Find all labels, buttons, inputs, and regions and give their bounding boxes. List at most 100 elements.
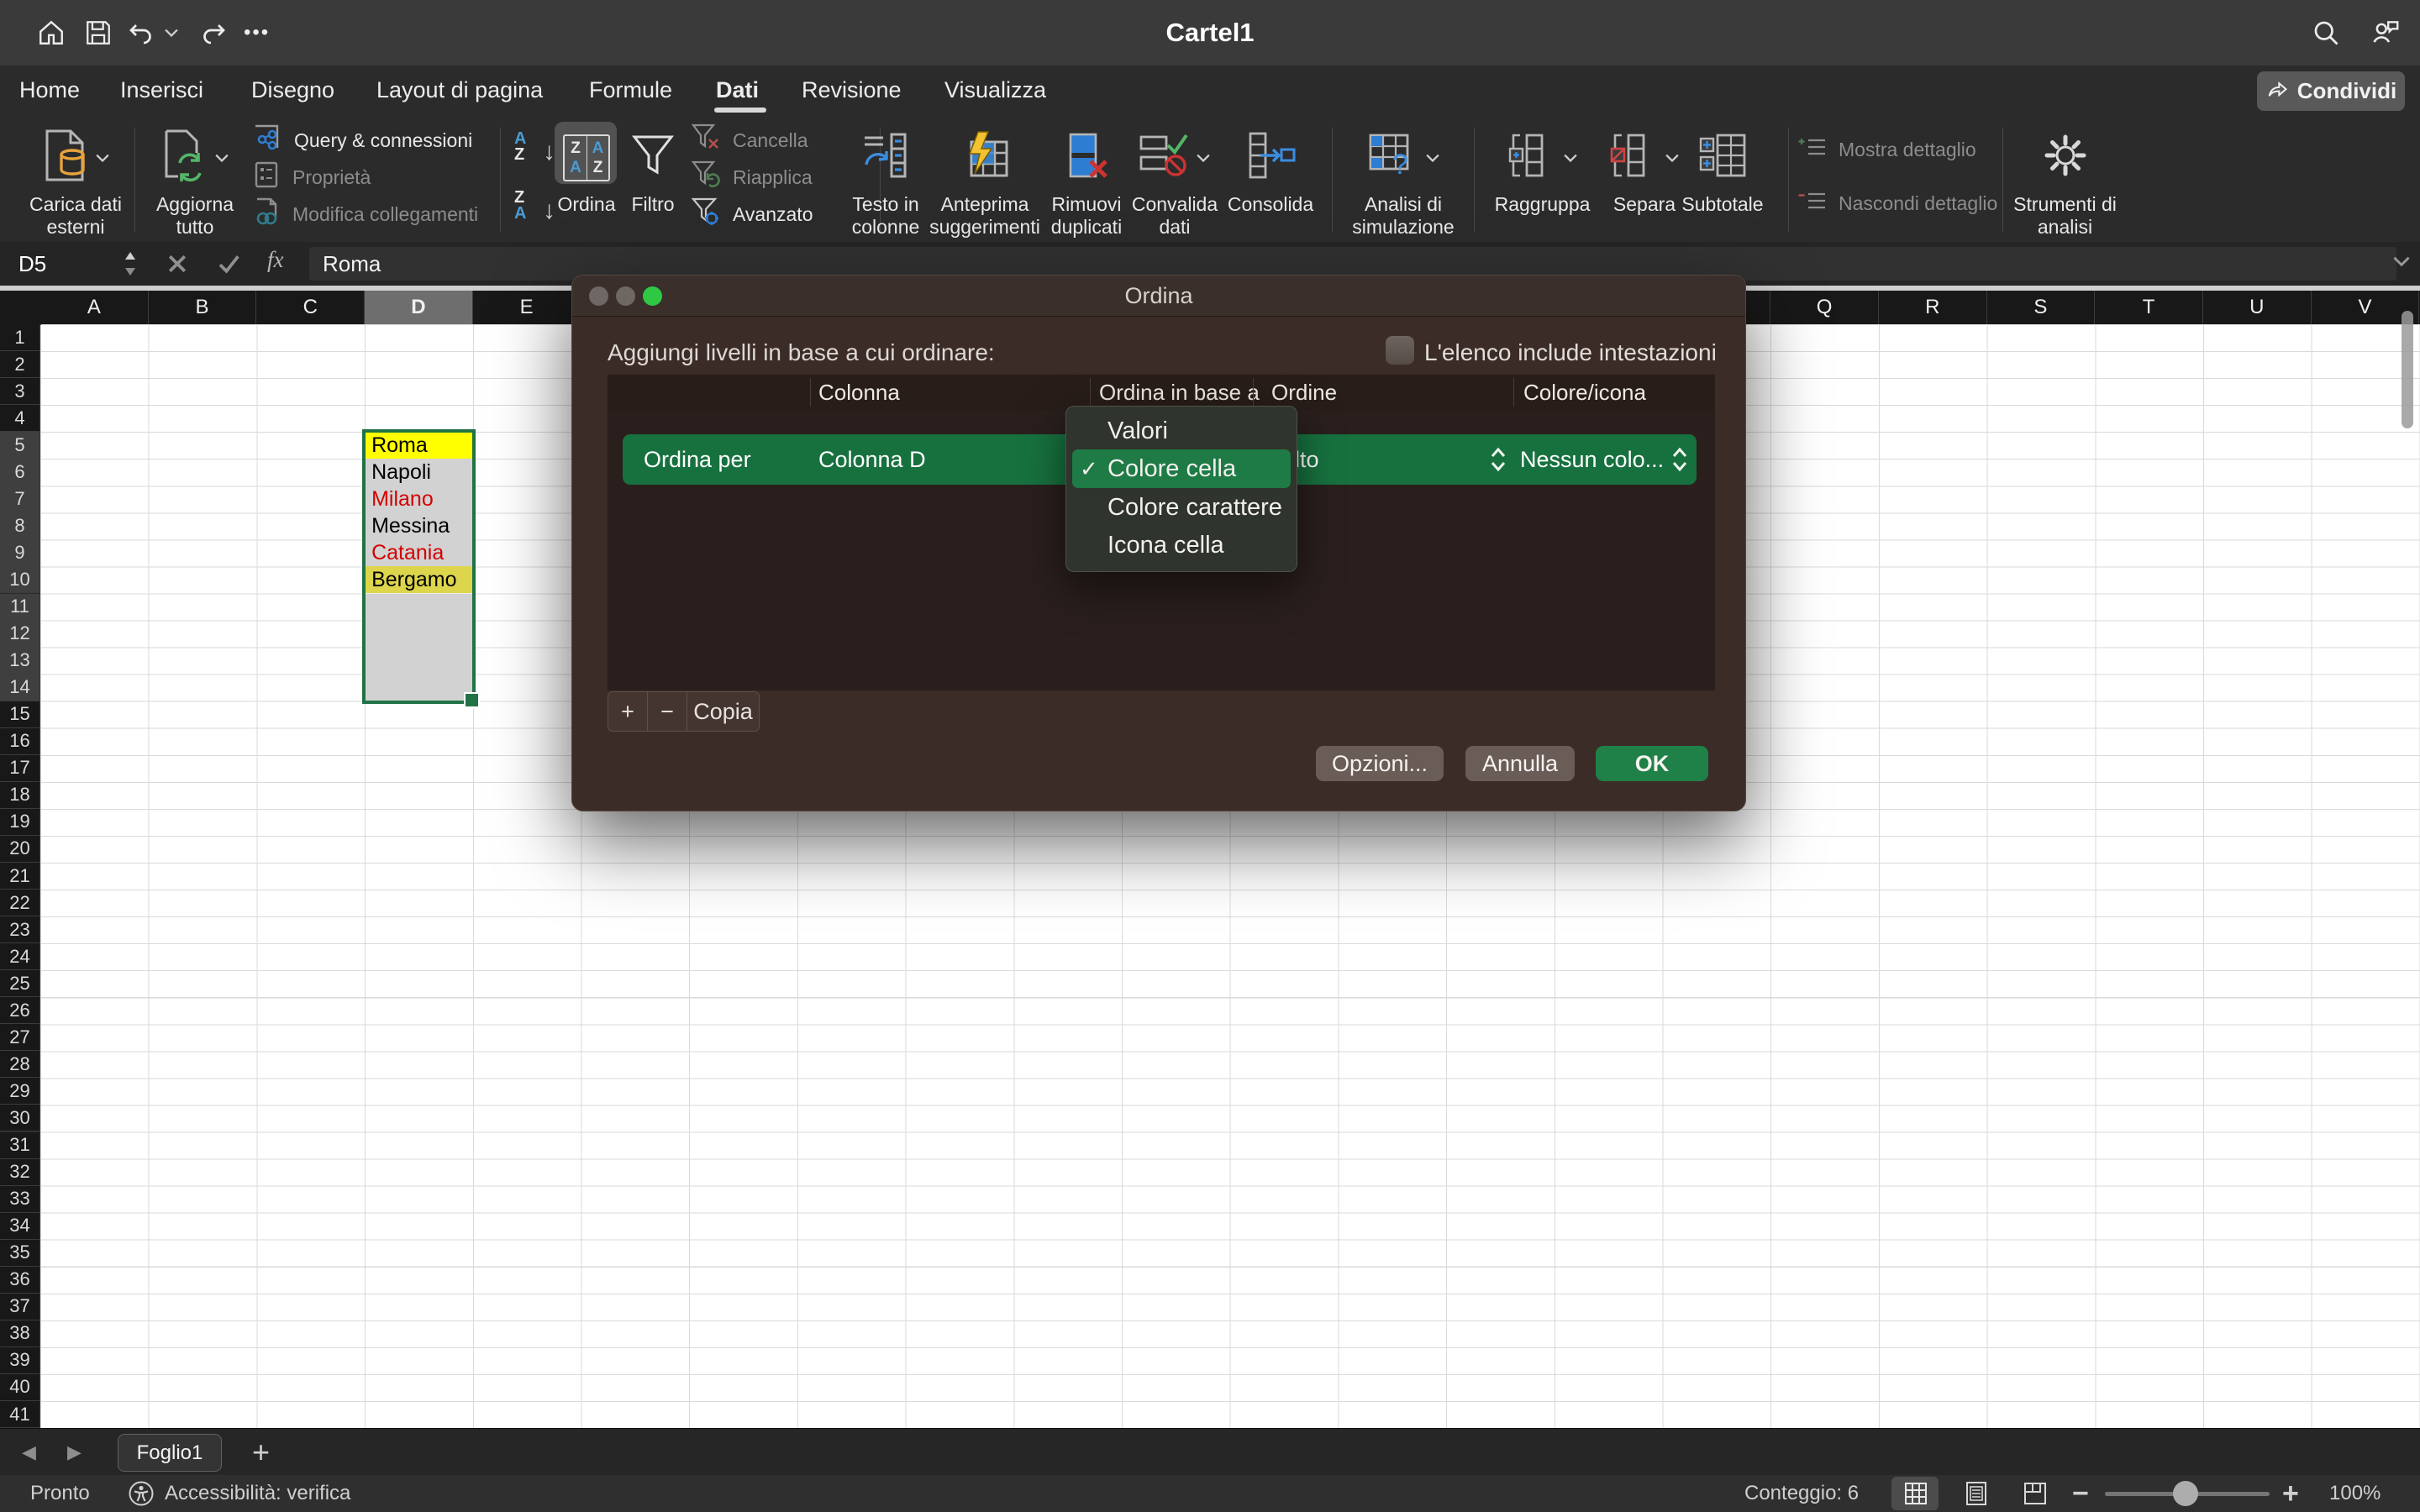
- tab-revisione[interactable]: Revisione: [802, 66, 902, 114]
- add-level-button[interactable]: +: [608, 692, 647, 731]
- column-header[interactable]: Q: [1770, 291, 1879, 324]
- column-header[interactable]: A: [40, 291, 149, 324]
- row-header[interactable]: 36: [0, 1267, 40, 1294]
- row-header[interactable]: 7: [0, 486, 40, 512]
- grid-cell[interactable]: [365, 648, 473, 675]
- row-header[interactable]: 3: [0, 378, 40, 405]
- sheet-tab-foglio1[interactable]: Foglio1: [118, 1434, 222, 1472]
- order-stepper-icon[interactable]: [1488, 446, 1508, 479]
- row-header[interactable]: 39: [0, 1347, 40, 1374]
- page-break-view-icon[interactable]: [2022, 1475, 2049, 1512]
- row-header[interactable]: 24: [0, 943, 40, 970]
- tab-inserisci[interactable]: Inserisci: [120, 66, 203, 114]
- row-header[interactable]: 14: [0, 675, 40, 701]
- row-header[interactable]: 38: [0, 1320, 40, 1347]
- advanced-filter-button[interactable]: Avanzato: [691, 197, 813, 231]
- cancel-entry-icon[interactable]: [165, 251, 190, 281]
- accessibility-icon[interactable]: [128, 1475, 155, 1512]
- row-header[interactable]: 27: [0, 1024, 40, 1051]
- row-header[interactable]: 11: [0, 594, 40, 621]
- accessibility-status[interactable]: Accessibilità: verifica: [165, 1475, 350, 1512]
- column-header[interactable]: U: [2203, 291, 2312, 324]
- zoom-slider-thumb[interactable]: [2173, 1481, 2198, 1506]
- row-header[interactable]: 30: [0, 1105, 40, 1131]
- grid-cell[interactable]: Roma: [365, 432, 473, 459]
- row-header[interactable]: 1: [0, 324, 40, 351]
- row-header[interactable]: 16: [0, 728, 40, 755]
- cancel-button[interactable]: Annulla: [1465, 746, 1575, 781]
- zoom-out-icon[interactable]: −: [2072, 1475, 2089, 1512]
- color-stepper-icon[interactable]: [1670, 446, 1690, 479]
- data-validation-button[interactable]: Convalida dati: [1128, 123, 1222, 239]
- remove-duplicates-button[interactable]: Rimuovi duplicati: [1036, 123, 1137, 239]
- row-header[interactable]: 40: [0, 1374, 40, 1401]
- menu-item-colore-cella[interactable]: ✓ Colore cella: [1066, 450, 1297, 488]
- page-layout-view-icon[interactable]: [1963, 1475, 1990, 1512]
- formula-bar-collapse-icon[interactable]: [2393, 255, 2410, 270]
- remove-level-button[interactable]: −: [647, 692, 687, 731]
- ok-button[interactable]: OK: [1596, 746, 1708, 781]
- grid-cell[interactable]: [365, 621, 473, 648]
- row-header[interactable]: 8: [0, 512, 40, 539]
- column-header[interactable]: T: [2095, 291, 2203, 324]
- flash-fill-button[interactable]: Anteprima suggerimenti: [922, 123, 1048, 239]
- sort-order-value[interactable]: lto: [1295, 434, 1319, 485]
- header-row-checkbox[interactable]: [1386, 336, 1414, 365]
- group-button[interactable]: Raggruppa: [1486, 123, 1599, 216]
- row-header[interactable]: 22: [0, 890, 40, 916]
- tab-disegno[interactable]: Disegno: [251, 66, 334, 114]
- confirm-entry-icon[interactable]: [215, 251, 242, 281]
- row-header[interactable]: 32: [0, 1159, 40, 1186]
- options-button[interactable]: Opzioni...: [1316, 746, 1444, 781]
- tab-visualizza[interactable]: Visualizza: [944, 66, 1046, 114]
- analysis-tools-button[interactable]: Strumenti di analisi: [2012, 123, 2118, 239]
- prev-sheet-icon[interactable]: ◀: [22, 1429, 36, 1476]
- row-header[interactable]: 33: [0, 1186, 40, 1213]
- row-header[interactable]: 31: [0, 1132, 40, 1159]
- column-header[interactable]: E: [473, 291, 581, 324]
- add-sheet-button[interactable]: +: [252, 1429, 270, 1476]
- vertical-scrollbar[interactable]: [2402, 311, 2413, 428]
- row-header[interactable]: 10: [0, 566, 40, 593]
- zoom-level[interactable]: 100%: [2329, 1475, 2381, 1512]
- name-box-stepper[interactable]: [123, 249, 138, 283]
- dialog-title-bar[interactable]: Ordina: [572, 276, 1745, 317]
- row-header[interactable]: 26: [0, 997, 40, 1024]
- row-header[interactable]: 17: [0, 755, 40, 782]
- row-header[interactable]: 5: [0, 432, 40, 459]
- row-header[interactable]: 23: [0, 916, 40, 943]
- menu-item-colore-carattere[interactable]: Colore carattere: [1066, 489, 1297, 527]
- column-header[interactable]: C: [256, 291, 365, 324]
- share-button[interactable]: Condividi: [2257, 71, 2405, 111]
- grid-cell[interactable]: [365, 594, 473, 621]
- row-header[interactable]: 34: [0, 1213, 40, 1240]
- column-header[interactable]: D: [365, 291, 473, 324]
- search-icon[interactable]: [2311, 0, 2341, 66]
- subtotal-button[interactable]: Subtotale: [1676, 123, 1769, 216]
- filter-button[interactable]: Filtro: [623, 123, 682, 216]
- close-icon[interactable]: [589, 286, 608, 306]
- column-header[interactable]: S: [1987, 291, 2096, 324]
- name-box[interactable]: D5: [18, 251, 46, 277]
- tab-formule[interactable]: Formule: [589, 66, 672, 114]
- minimize-icon[interactable]: [616, 286, 635, 306]
- normal-view-icon[interactable]: [1902, 1475, 1929, 1512]
- next-sheet-icon[interactable]: ▶: [67, 1429, 82, 1476]
- get-external-data-button[interactable]: Carica dati esterni: [13, 123, 139, 239]
- sort-button[interactable]: ZAAZ Ordina: [550, 123, 623, 216]
- zoom-in-icon[interactable]: +: [2282, 1475, 2299, 1512]
- sort-az-button[interactable]: AZ: [514, 131, 526, 163]
- row-header[interactable]: 6: [0, 459, 40, 486]
- row-header[interactable]: 29: [0, 1078, 40, 1105]
- sort-color-value[interactable]: Nessun colo...: [1520, 434, 1664, 485]
- column-header[interactable]: B: [149, 291, 257, 324]
- grid-cell[interactable]: Napoli: [365, 459, 473, 486]
- row-header[interactable]: 4: [0, 405, 40, 432]
- zoom-window-icon[interactable]: [643, 286, 662, 306]
- row-header[interactable]: 19: [0, 809, 40, 836]
- consolidate-button[interactable]: Consolida: [1222, 123, 1319, 216]
- tab-layout[interactable]: Layout di pagina: [376, 66, 543, 114]
- grid-cell[interactable]: [365, 675, 473, 701]
- fx-icon[interactable]: fx: [267, 247, 284, 273]
- menu-item-icona-cella[interactable]: Icona cella: [1066, 527, 1297, 564]
